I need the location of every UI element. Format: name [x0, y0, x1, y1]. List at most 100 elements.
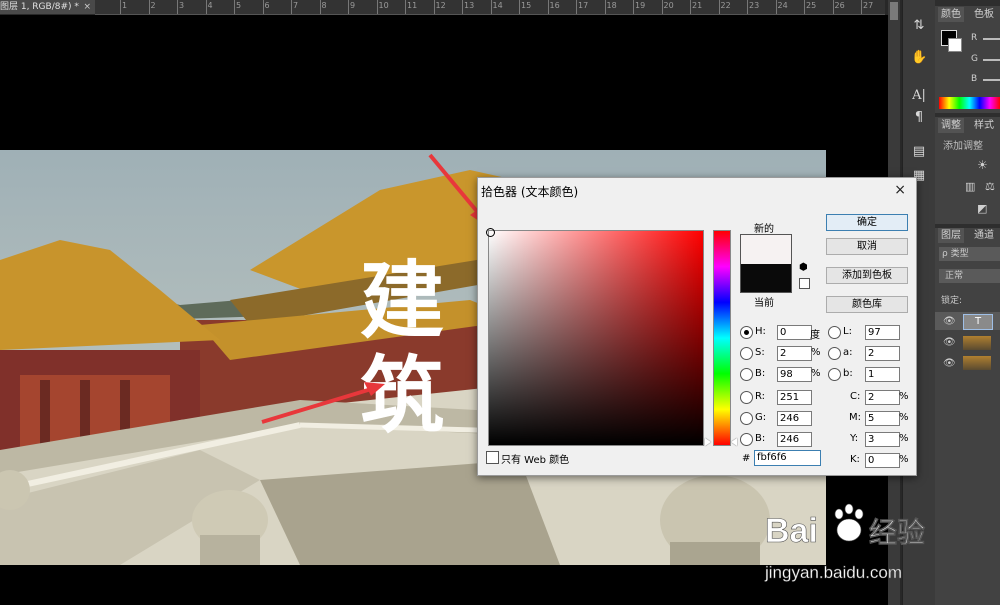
document-tab[interactable]: 图层 1, RGB/8#) * × [0, 0, 95, 14]
tab-adjustments[interactable]: 调整 [938, 118, 964, 133]
label-black: K: [850, 454, 860, 465]
color-libraries-button[interactable]: 颜色库 [826, 296, 908, 313]
radio-b-lab[interactable] [828, 368, 841, 381]
cancel-button[interactable]: 取消 [826, 238, 908, 255]
web-only-checkbox[interactable] [486, 451, 499, 464]
web-safe-swatch[interactable] [799, 278, 810, 289]
out-of-gamut-cube-icon[interactable]: ⬢ [799, 263, 809, 273]
black-input[interactable]: 0 [865, 453, 900, 468]
canvas-text-char1: 建 [360, 252, 444, 350]
web-only-label: 只有 Web 颜色 [501, 455, 570, 466]
cyan-unit: % [899, 391, 909, 402]
visibility-eye-icon[interactable]: 👁 [943, 337, 956, 348]
ruler-tick [604, 0, 606, 14]
radio-hue[interactable] [740, 326, 753, 339]
new-color-swatch [740, 234, 792, 264]
color-picker-dialog: 拾色器 (文本颜色) × 新的 当前 ⬢ 确定 取消 添加到色板 颜色库 H: … [477, 177, 917, 476]
tab-styles[interactable]: 样式 [971, 118, 997, 133]
horizontal-ruler: 1 2 3 4 5 6 7 8 9 10 11 12 13 14 15 16 17 18 19 20 21 22 23 24 2… [95, 0, 885, 15]
color-field-handle[interactable] [486, 228, 495, 237]
ruler-tick [462, 0, 463, 14]
balance-icon[interactable]: ⚖ [985, 180, 995, 193]
gradient-map-icon[interactable]: ◩ [977, 202, 987, 215]
add-to-swatches-button[interactable]: 添加到色板 [826, 267, 908, 284]
ruler-tick-label: 12 [435, 1, 446, 10]
background-swatch[interactable] [948, 38, 962, 52]
background-layer-thumb[interactable] [963, 356, 991, 370]
label-blue: B: [755, 433, 766, 444]
image-layer-thumb[interactable] [963, 336, 991, 350]
hex-label: # [742, 453, 751, 464]
ruler-tick-label: 16 [549, 1, 560, 10]
hue-slider[interactable] [713, 230, 731, 446]
yellow-input[interactable]: 3 [865, 432, 900, 447]
ruler-tick-label: 23 [749, 1, 760, 10]
text-layer-thumb[interactable]: T [963, 314, 993, 330]
history-icon[interactable]: ⇅ [911, 18, 927, 34]
visibility-eye-icon[interactable]: 👁 [943, 316, 956, 327]
ruler-tick [405, 0, 406, 14]
label-green: G: [755, 412, 767, 423]
hue-slider-arrow-right[interactable] [731, 438, 737, 446]
hue-slider-arrow-left[interactable] [705, 438, 711, 446]
hex-input[interactable]: fbf6f6 [754, 450, 821, 466]
ruler-tick [348, 0, 349, 14]
saturation-input[interactable]: 2 [777, 346, 812, 361]
tab-layers[interactable]: 图层 [938, 228, 964, 243]
radio-green[interactable] [740, 412, 753, 425]
ok-button[interactable]: 确定 [826, 214, 908, 231]
close-tab-icon[interactable]: × [83, 0, 91, 14]
ruler-tick-label: 4 [207, 1, 213, 10]
ruler-tick-label: 6 [264, 1, 270, 10]
label-b-lab: b: [843, 368, 853, 379]
green-input[interactable]: 246 [777, 411, 812, 426]
ruler-tick [690, 0, 691, 14]
radio-brightness[interactable] [740, 368, 753, 381]
magenta-input[interactable]: 5 [865, 411, 900, 426]
radio-lightness[interactable] [828, 326, 841, 339]
hand-icon[interactable]: ✋ [911, 50, 927, 66]
tab-channels[interactable]: 通道 [971, 228, 997, 243]
b-lab-input[interactable]: 1 [865, 367, 900, 382]
paragraph-icon[interactable]: ¶ [911, 110, 927, 126]
ruler-tick [205, 0, 207, 14]
cyan-input[interactable]: 2 [865, 390, 900, 405]
scroll-thumb[interactable] [890, 2, 898, 20]
saturation-brightness-field[interactable] [486, 228, 704, 446]
radio-a[interactable] [828, 347, 841, 360]
ruler-tick [775, 0, 777, 14]
color-ramp[interactable] [939, 97, 1000, 109]
ruler-tick-label: 25 [806, 1, 817, 10]
character-icon[interactable]: A| [911, 88, 927, 104]
red-input[interactable]: 251 [777, 390, 812, 405]
current-color-swatch[interactable] [740, 264, 792, 293]
tab-swatches[interactable]: 色板 [971, 7, 997, 22]
blend-mode-select[interactable]: 正常 [939, 269, 1000, 283]
ruler-tick-label: 5 [236, 1, 242, 10]
tab-color[interactable]: 颜色 [938, 7, 964, 22]
layer-filter-input[interactable]: ρ 类型 [939, 247, 1000, 261]
levels-icon[interactable]: ▥ [965, 180, 975, 193]
radio-saturation[interactable] [740, 347, 753, 360]
ruler-tick [747, 0, 748, 14]
blue-input[interactable]: 246 [777, 432, 812, 447]
ruler-tick-label: 14 [492, 1, 503, 10]
a-input[interactable]: 2 [865, 346, 900, 361]
lightness-input[interactable]: 97 [865, 325, 900, 340]
properties-icon[interactable]: ▤ [911, 144, 927, 160]
brightness-icon[interactable]: ☀ [977, 158, 988, 172]
ruler-tick [120, 0, 121, 14]
svg-text:Bai: Bai [765, 512, 818, 550]
visibility-eye-icon[interactable]: 👁 [943, 358, 956, 369]
hue-input[interactable]: 0 [777, 325, 812, 340]
close-icon[interactable]: × [894, 182, 906, 198]
black-unit: % [899, 454, 909, 465]
ruler-tick-label: 2 [150, 1, 156, 10]
dialog-title: 拾色器 (文本颜色) [481, 185, 579, 199]
radio-red[interactable] [740, 391, 753, 404]
ruler-tick [291, 0, 292, 14]
radio-blue[interactable] [740, 433, 753, 446]
ruler-tick [633, 0, 634, 14]
yellow-unit: % [899, 433, 909, 444]
brightness-input[interactable]: 98 [777, 367, 812, 382]
